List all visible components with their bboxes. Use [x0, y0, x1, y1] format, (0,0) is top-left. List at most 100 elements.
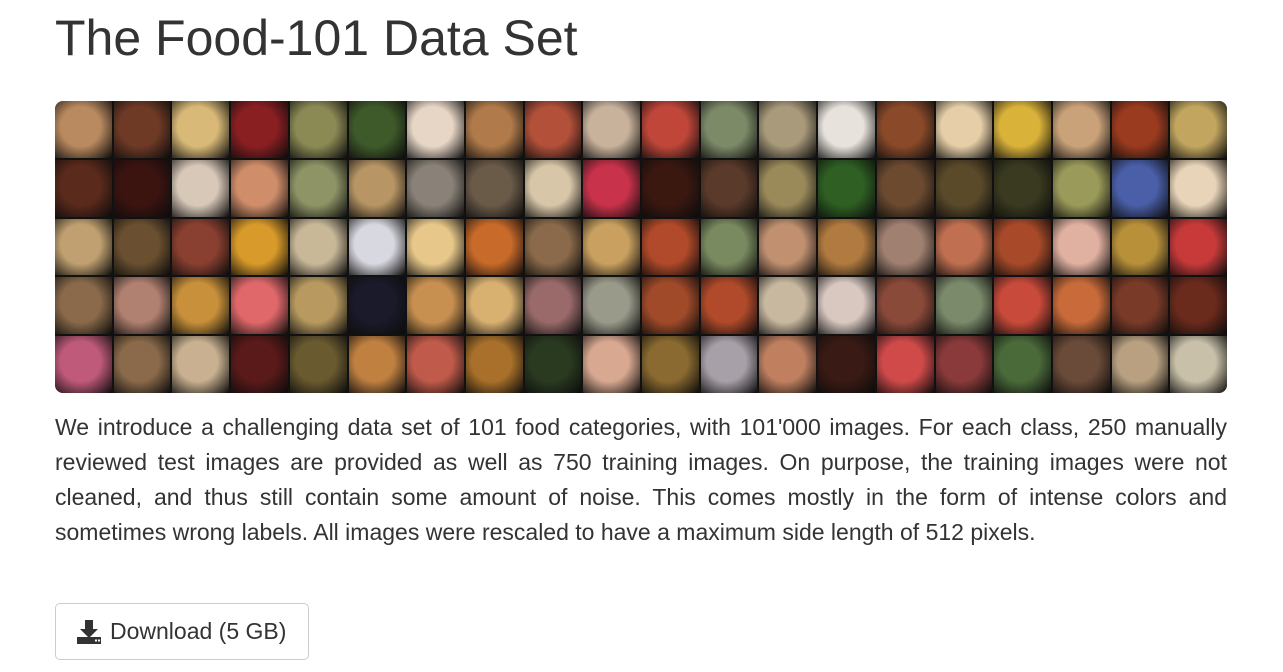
food-image-tile	[465, 101, 523, 158]
food-image-tile	[1111, 159, 1169, 217]
food-image-tile	[55, 218, 112, 276]
food-image-tile	[700, 336, 758, 393]
food-image-tile	[231, 336, 288, 393]
food-image-tile	[113, 336, 171, 393]
food-image-tile	[994, 159, 1051, 217]
food-image-tile	[935, 159, 993, 217]
food-image-tile	[642, 218, 699, 276]
food-image-tile	[407, 218, 464, 276]
food-image-tile	[348, 159, 406, 217]
food-image-tile	[407, 101, 464, 158]
food-image-tile	[1052, 277, 1110, 335]
food-image-tile	[759, 336, 817, 393]
food-image-tile	[524, 159, 582, 217]
food-image-tile	[759, 277, 817, 335]
food-image-tile	[700, 218, 758, 276]
food-image-tile	[231, 218, 288, 276]
food-image-tile	[113, 159, 171, 217]
food-image-tile	[818, 336, 875, 393]
food-image-tile	[876, 101, 934, 158]
food-image-tile	[1170, 218, 1227, 276]
food-image-tile	[583, 159, 640, 217]
food-image-tile	[289, 159, 347, 217]
food-image-tile	[935, 277, 993, 335]
food-image-tile	[289, 336, 347, 393]
food-image-tile	[1170, 277, 1227, 335]
download-button-label: Download (5 GB)	[110, 618, 287, 644]
food-image-tile	[818, 277, 875, 335]
food-image-tile	[231, 277, 288, 335]
download-button[interactable]: Download (5 GB)	[55, 603, 310, 660]
food-image-tile	[1052, 101, 1110, 158]
food-image-tile	[759, 218, 817, 276]
food-image-tile	[465, 159, 523, 217]
food-image-tile	[994, 101, 1051, 158]
dataset-description: We introduce a challenging data set of 1…	[55, 414, 1227, 545]
food-image-tile	[935, 101, 993, 158]
food-image-tile	[876, 218, 934, 276]
food-image-tile	[876, 277, 934, 335]
food-image-tile	[759, 159, 817, 217]
download-icon	[76, 619, 102, 645]
food-image-tile	[994, 277, 1051, 335]
food-image-tile	[642, 336, 699, 393]
food-image-tile	[348, 101, 406, 158]
food-image-tile	[583, 277, 640, 335]
food-image-tile	[818, 218, 875, 276]
food-image-tile	[465, 218, 523, 276]
food-image-tile	[994, 336, 1051, 393]
food-image-tile	[289, 101, 347, 158]
food-image-tile	[1052, 336, 1110, 393]
food-image-tile	[348, 277, 406, 335]
food-image-tile	[55, 336, 112, 393]
food-image-tile	[172, 218, 230, 276]
food-image-tile	[1170, 336, 1227, 393]
food-image-tile	[700, 101, 758, 158]
food-image-tile	[642, 101, 699, 158]
food-image-tile	[876, 159, 934, 217]
food-image-tile	[1170, 101, 1227, 158]
food-image-tile	[876, 336, 934, 393]
food-image-tile	[524, 101, 582, 158]
food-image-tile	[407, 277, 464, 335]
food-image-tile	[583, 101, 640, 158]
food-image-tile	[524, 336, 582, 393]
food-image-tile	[407, 336, 464, 393]
food-image-tile	[583, 336, 640, 393]
food-image-tile	[1052, 218, 1110, 276]
food-image-tile	[935, 336, 993, 393]
food-image-tile	[172, 336, 230, 393]
food-image-mosaic	[55, 101, 1227, 393]
page-title: The Food-101 Data Set	[55, 10, 578, 66]
food-image-tile	[407, 159, 464, 217]
food-image-tile	[1111, 218, 1169, 276]
food-image-tile	[1111, 336, 1169, 393]
food-image-tile	[113, 277, 171, 335]
food-image-tile	[700, 277, 758, 335]
food-image-tile	[231, 101, 288, 158]
food-image-tile	[348, 218, 406, 276]
food-image-tile	[348, 336, 406, 393]
food-image-tile	[55, 101, 112, 158]
food-image-tile	[113, 101, 171, 158]
food-image-tile	[55, 159, 112, 217]
food-image-tile	[113, 218, 171, 276]
food-image-tile	[642, 159, 699, 217]
food-image-tile	[1170, 159, 1227, 217]
food-image-tile	[465, 336, 523, 393]
food-image-tile	[524, 277, 582, 335]
food-image-tile	[172, 101, 230, 158]
food-image-tile	[289, 277, 347, 335]
food-image-tile	[818, 159, 875, 217]
food-image-tile	[759, 101, 817, 158]
food-image-tile	[583, 218, 640, 276]
food-image-tile	[289, 218, 347, 276]
food-image-tile	[524, 218, 582, 276]
food-image-tile	[55, 277, 112, 335]
food-image-tile	[465, 277, 523, 335]
food-image-tile	[642, 277, 699, 335]
food-image-tile	[935, 218, 993, 276]
food-image-tile	[172, 277, 230, 335]
food-image-tile	[700, 159, 758, 217]
food-image-tile	[1111, 277, 1169, 335]
